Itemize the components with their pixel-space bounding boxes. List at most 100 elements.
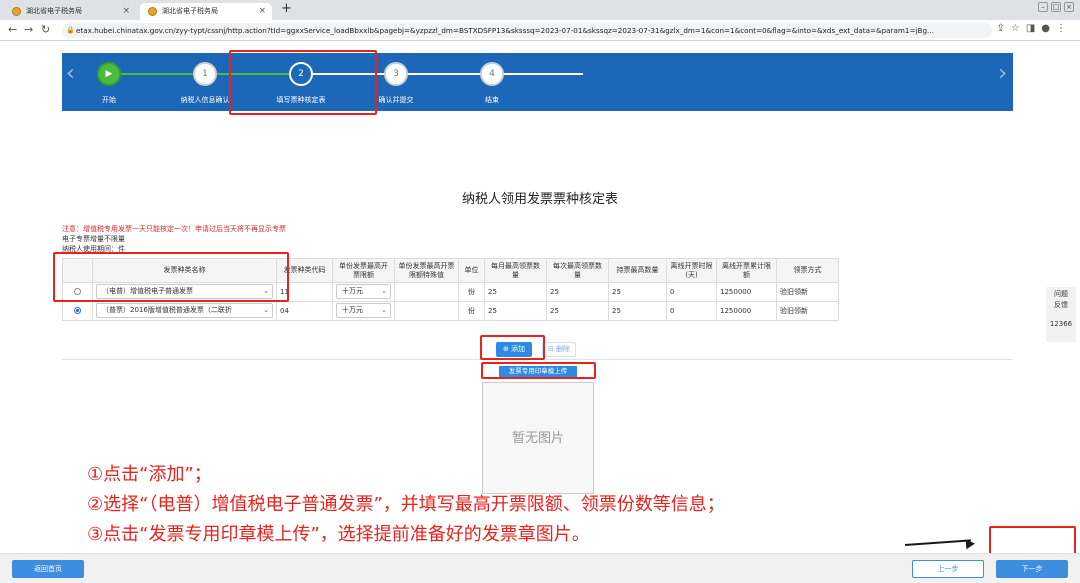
step-4-label: 结束 xyxy=(485,96,499,104)
table-row: （普票）2016版增值税普通发票（二联折 ⌄ 04 十万元 ⌄ 份 25 25 25… xyxy=(62,301,839,321)
invoice-type-select[interactable]: （普票）2016版增值税普通发票（二联折 ⌄ xyxy=(96,302,273,318)
seal-image-preview: 暂无图片 xyxy=(482,382,594,494)
instruction-step-1: ①点击“添加”； xyxy=(87,464,212,485)
unit-cell: 份 xyxy=(458,282,485,302)
minimize-icon[interactable]: – xyxy=(1038,2,1048,12)
share-icon[interactable]: ⇪ xyxy=(996,23,1010,34)
delete-button-label: 删除 xyxy=(556,345,571,353)
next-step-button[interactable]: 下一步 xyxy=(996,560,1068,578)
monthly-quantity-input[interactable]: 25 xyxy=(484,301,547,321)
per-time-quantity-input[interactable]: 25 xyxy=(546,282,609,302)
highlight-add-button xyxy=(480,335,545,360)
hold-quantity-input[interactable]: 25 xyxy=(608,301,667,321)
row-radio[interactable] xyxy=(74,306,81,314)
unit-cell: 份 xyxy=(458,301,485,321)
limit-value: 十万元 xyxy=(342,305,363,314)
limit-select[interactable]: 十万元 ⌄ xyxy=(336,283,391,299)
column-header: 离线开票时限(天) xyxy=(666,258,717,283)
back-icon[interactable]: ← xyxy=(8,23,17,36)
highlight-step-2 xyxy=(229,50,377,115)
pointer-arrow-line xyxy=(904,539,971,546)
limit-value: 十万元 xyxy=(342,286,363,295)
highlight-invoice-type xyxy=(53,252,289,302)
note-line: 注意：增值税专用发票一天只能核定一次！申请过后当天将不再显示专票 xyxy=(62,225,286,233)
close-window-icon[interactable]: × xyxy=(1064,2,1074,12)
url-text: etax.hubei.chinatax.gov.cn/zyy-typt/cssn… xyxy=(76,26,934,35)
offline-total-input[interactable]: 1250000 xyxy=(716,282,777,302)
offline-days-input[interactable]: 0 xyxy=(666,301,717,321)
lock-icon: 🔒 xyxy=(66,26,75,34)
pickup-method-cell: 验旧领新 xyxy=(776,282,839,302)
chevron-down-icon: ⌄ xyxy=(263,305,269,314)
instruction-step-3: ③点击“发票专用印章模上传”，选择提前准备好的发票章图片。 xyxy=(87,524,590,545)
feedback-label: 反馈 xyxy=(1054,301,1068,309)
pickup-method-cell: 验旧领新 xyxy=(776,301,839,321)
step-start-icon: ▶ xyxy=(97,62,121,86)
window-controls: – □ × xyxy=(1035,2,1074,13)
per-time-quantity-input[interactable]: 25 xyxy=(546,301,609,321)
trash-icon: ⊟ xyxy=(547,345,554,353)
feedback-label: 问题 xyxy=(1054,290,1068,298)
browser-tab[interactable]: 湖北省电子税务局 × xyxy=(4,3,136,20)
special-limit-cell[interactable] xyxy=(394,301,459,321)
return-home-button[interactable]: 返回首页 xyxy=(12,560,84,578)
sidepanel-icon[interactable]: ◨ xyxy=(1026,23,1041,34)
bookmark-star-icon[interactable]: ☆ xyxy=(1011,23,1026,34)
site-favicon-icon xyxy=(12,7,21,16)
limit-select[interactable]: 十万元 ⌄ xyxy=(336,302,391,318)
site-favicon-icon xyxy=(148,7,157,16)
chevron-right-icon[interactable]: › xyxy=(998,61,1007,86)
browser-tab-bar: 湖北省电子税务局 × 湖北省电子税务局 × + – □ × xyxy=(0,0,1080,20)
menu-kebab-icon[interactable]: ⋮ xyxy=(1056,23,1072,34)
offline-days-input[interactable]: 0 xyxy=(666,282,717,302)
monthly-quantity-input[interactable]: 25 xyxy=(484,282,547,302)
column-header: 领票方式 xyxy=(776,258,839,283)
column-header: 离线开票累计限额 xyxy=(716,258,777,283)
instruction-step-2: ②选择“（电普）增值税电子普通发票”，并填写最高开票限额、领票份数等信息； xyxy=(87,494,725,515)
forward-icon[interactable]: → xyxy=(24,23,33,36)
special-limit-cell[interactable] xyxy=(394,282,459,302)
invoice-code-cell: 04 xyxy=(276,301,333,321)
column-header: 单份发票最高开票限额特殊值 xyxy=(394,258,459,283)
step-3-label: 确认并提交 xyxy=(378,96,414,104)
address-bar-row: ← → ↻ 🔒 etax.hubei.chinatax.gov.cn/zyy-t… xyxy=(0,20,1080,41)
column-header: 单位 xyxy=(458,258,485,283)
delete-button[interactable]: ⊟ 删除 xyxy=(542,342,576,357)
browser-toolbar-icons: ⇪☆◨●⋮ xyxy=(996,23,1072,34)
step-1-label: 纳税人信息确认 xyxy=(180,96,230,104)
close-tab-icon[interactable]: × xyxy=(122,3,130,20)
browser-tab-active[interactable]: 湖北省电子税务局 × xyxy=(140,3,272,20)
close-tab-icon[interactable]: × xyxy=(258,3,266,20)
highlight-upload-button xyxy=(481,362,596,379)
chevron-down-icon: ⌄ xyxy=(381,305,387,314)
footer-bar: 返回首页 上一步 下一步 xyxy=(0,553,1080,583)
step-4-circle: 4 xyxy=(480,62,504,86)
step-3-circle: 3 xyxy=(384,62,408,86)
column-header: 每月最高领票数量 xyxy=(484,258,547,283)
notes-block: 注意：增值税专用发票一天只能核定一次！申请过后当天将不再显示专票 电子专票增量不… xyxy=(62,224,286,254)
step-start-label: 开始 xyxy=(102,96,116,104)
new-tab-icon[interactable]: + xyxy=(281,1,292,16)
tab-title: 湖北省电子税务局 xyxy=(26,7,82,15)
maximize-icon[interactable]: □ xyxy=(1051,2,1061,12)
hold-quantity-input[interactable]: 25 xyxy=(608,282,667,302)
hotline-number: 12366 xyxy=(1049,320,1073,328)
chevron-down-icon: ⌄ xyxy=(381,286,387,295)
invoice-type-value: （普票）2016版增值税普通发票（二联折 xyxy=(102,305,232,314)
column-header: 单份发票最高开票限额 xyxy=(332,258,395,283)
reload-icon[interactable]: ↻ xyxy=(41,23,50,36)
url-input[interactable]: 🔒 etax.hubei.chinatax.gov.cn/zyy-typt/cs… xyxy=(62,23,992,38)
column-header: 每次最高领票数量 xyxy=(546,258,609,283)
progress-stepper: ‹ › ▶ 1 2 3 4 开始 纳税人信息确认 填写票种核定表 确认并提交 结… xyxy=(62,53,1013,111)
chevron-left-icon[interactable]: ‹ xyxy=(66,61,75,86)
feedback-panel[interactable]: 问题 反馈 12366 xyxy=(1046,287,1076,342)
column-header: 持票最高数量 xyxy=(608,258,667,283)
form-title: 纳税人领用发票票种核定表 xyxy=(461,192,618,207)
previous-step-button[interactable]: 上一步 xyxy=(912,560,984,578)
offline-total-input[interactable]: 1250000 xyxy=(716,301,777,321)
step-1-circle: 1 xyxy=(193,62,217,86)
pointer-arrow-icon xyxy=(965,538,976,550)
profile-icon[interactable]: ● xyxy=(1041,23,1056,34)
tab-title: 湖北省电子税务局 xyxy=(162,7,218,15)
note-line: 电子专票增量不限量 xyxy=(62,235,125,243)
